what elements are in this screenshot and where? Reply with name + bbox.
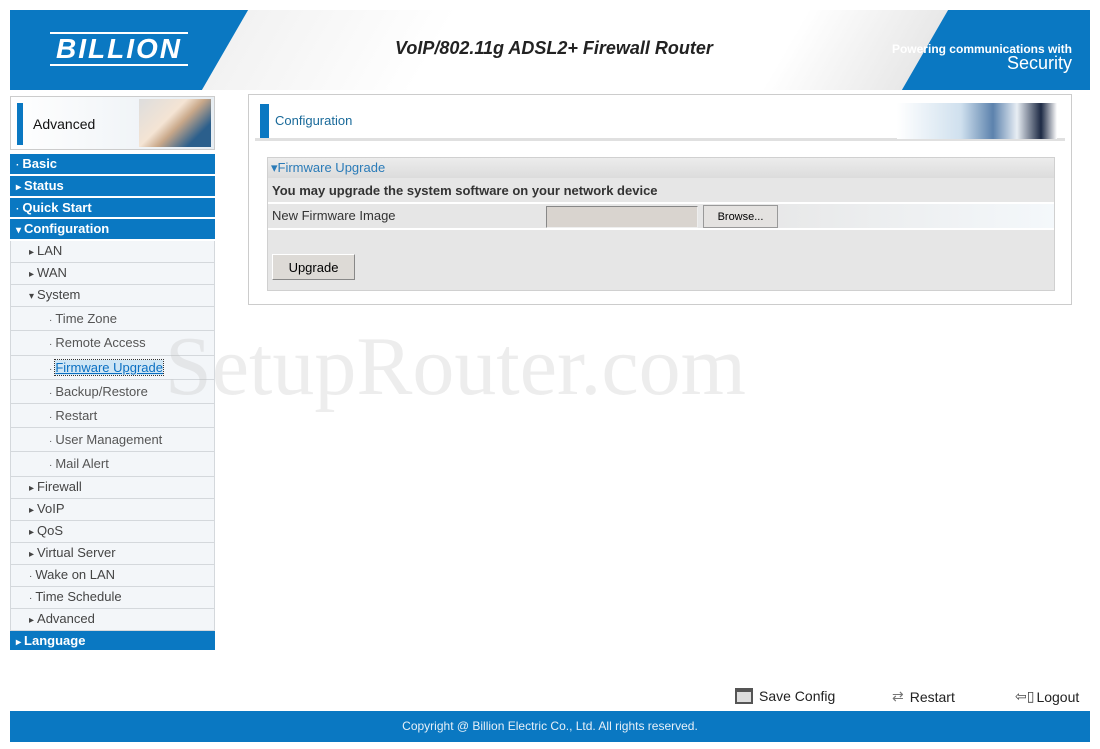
section-header: Configuration — [255, 101, 1065, 141]
arrow-icon: · — [49, 411, 53, 423]
product-title: VoIP/802.11g ADSL2+ Firewall Router — [395, 38, 713, 58]
header-banner: BILLION VoIP/802.11g ADSL2+ Firewall Rou… — [10, 10, 1090, 90]
page-title: Configuration — [275, 113, 353, 128]
sidebar-item-label: Remote Access — [55, 335, 146, 351]
sidebar-item-label: WAN — [37, 265, 67, 281]
sidebar-item-voip[interactable]: ▸ VoIP — [10, 498, 215, 521]
sidebar-item-system[interactable]: ▾ System — [10, 285, 215, 308]
sidebar-item-label: Basic — [22, 156, 58, 171]
arrow-icon: ▸ — [29, 548, 35, 560]
sidebar-item-label: Time Schedule — [35, 588, 122, 604]
logout-icon: ⇦▯ — [1015, 688, 1035, 704]
arrow-icon: · — [16, 203, 20, 215]
firmware-upgrade-section: ▾Firmware Upgrade You may upgrade the sy… — [267, 157, 1055, 291]
arrow-icon: ▸ — [29, 269, 35, 281]
field-label: New Firmware Image — [272, 208, 396, 223]
sidebar-item-label: Time Zone — [55, 311, 117, 327]
arrow-icon: · — [49, 436, 53, 448]
arrow-icon: ▸ — [16, 636, 22, 648]
arrow-icon: · — [49, 460, 53, 472]
sidebar-item-virtual-server[interactable]: ▸ Virtual Server — [10, 542, 215, 565]
sidebar-item-label: Restart — [55, 407, 98, 423]
section-title: ▾Firmware Upgrade — [268, 158, 1054, 178]
restart-icon: ⇄ — [892, 688, 904, 704]
sidebar-item-label: Virtual Server — [37, 544, 116, 560]
sidebar-item-label: Backup/Restore — [55, 383, 148, 399]
footer-copyright: Copyright @ Billion Electric Co., Ltd. A… — [10, 711, 1090, 742]
sidebar-item-label: Quick Start — [22, 199, 92, 215]
sidebar-item-lan[interactable]: ▸ LAN — [10, 241, 215, 264]
sidebar-item-restart[interactable]: · Restart — [10, 403, 215, 429]
description: You may upgrade the system software on y… — [268, 178, 1054, 204]
sidebar-item-remote-access[interactable]: · Remote Access — [10, 331, 215, 356]
billion-logo: BILLION — [50, 32, 188, 66]
sidebar-item-label: Mail Alert — [55, 456, 109, 472]
sidebar-item-label: Firmware Upgrade — [54, 358, 164, 376]
save-icon — [735, 688, 753, 704]
mode-label: Advanced — [33, 116, 96, 132]
sidebar-item-mail-alert[interactable]: · Mail Alert — [10, 452, 215, 477]
sidebar-item-label: VoIP — [37, 500, 65, 516]
arrow-icon: · — [49, 315, 53, 327]
sidebar-item-advanced[interactable]: ▸ Advanced — [10, 608, 215, 631]
mode-panel: Advanced — [10, 96, 215, 150]
sidebar-item-language[interactable]: ▸ Language — [10, 630, 215, 653]
arrow-icon: · — [49, 339, 53, 351]
sidebar-item-firmware-upgrade[interactable]: · Firmware Upgrade — [10, 355, 215, 380]
browse-button[interactable]: Browse... — [703, 205, 778, 228]
sidebar-item-basic[interactable]: · Basic — [10, 154, 215, 176]
sidebar-item-wan[interactable]: ▸ WAN — [10, 263, 215, 286]
sidebar-item-label: Wake on LAN — [35, 566, 116, 582]
restart-button[interactable]: ⇄ Restart — [892, 688, 955, 705]
upgrade-button[interactable]: Upgrade — [272, 254, 355, 280]
sidebar-item-user-management[interactable]: · User Management — [10, 428, 215, 453]
firmware-file-input[interactable] — [546, 206, 698, 228]
logout-button[interactable]: ⇦▯ Logout — [1015, 688, 1079, 705]
sidebar-item-label: LAN — [37, 243, 63, 259]
sidebar-item-wake-on-lan[interactable]: · Wake on LAN — [10, 564, 215, 587]
arrow-icon: · — [49, 363, 53, 375]
arrow-icon: ▸ — [29, 526, 35, 538]
sidebar-item-status[interactable]: ▸ Status — [10, 175, 215, 198]
sidebar-item-label: Advanced — [37, 610, 95, 626]
sidebar-nav: · Basic ▸ Status · Quick Start ▾ Configuration ▸… — [10, 154, 215, 653]
sidebar-item-label: Firewall — [37, 478, 82, 494]
sidebar-item-label: System — [37, 287, 81, 303]
sidebar-item-label: Language — [24, 632, 86, 648]
sidebar-item-label: Configuration — [24, 221, 110, 237]
main-panel: Configuration ▾Firmware Upgrade You may … — [248, 94, 1072, 305]
tagline: Powering communications with Security — [891, 42, 1072, 73]
sidebar-item-label: Status — [24, 177, 64, 193]
watermark: SetupRouter.com — [165, 320, 746, 413]
arrow-icon: ▸ — [29, 482, 35, 494]
banner-photo — [139, 99, 211, 147]
arrow-icon: · — [29, 592, 33, 604]
arrow-icon: ▾ — [29, 291, 35, 303]
sidebar-item-qos[interactable]: ▸ QoS — [10, 520, 215, 543]
arrow-icon: ▸ — [29, 614, 35, 626]
firmware-image-row: New Firmware Image Browse... — [268, 204, 1054, 230]
sidebar-item-firewall[interactable]: ▸ Firewall — [10, 476, 215, 499]
sidebar-item-label: QoS — [37, 522, 64, 538]
arrow-icon: · — [16, 160, 20, 171]
arrow-icon: ▸ — [16, 181, 22, 193]
arrow-icon: ▸ — [29, 247, 35, 259]
sidebar-item-configuration[interactable]: ▾ Configuration — [10, 219, 215, 242]
save-config-button[interactable]: Save Config — [735, 688, 835, 704]
arrow-icon: ▾ — [16, 225, 22, 237]
sidebar-item-quick-start[interactable]: · Quick Start — [10, 197, 215, 220]
office-image — [897, 103, 1057, 139]
arrow-icon: · — [49, 387, 53, 399]
arrow-icon: ▸ — [29, 504, 35, 516]
sidebar-item-time-zone[interactable]: · Time Zone — [10, 307, 215, 332]
arrow-icon: · — [29, 570, 33, 582]
sidebar-item-backup-restore[interactable]: · Backup/Restore — [10, 379, 215, 404]
sidebar-item-label: User Management — [55, 432, 163, 448]
sidebar-item-time-schedule[interactable]: · Time Schedule — [10, 586, 215, 609]
